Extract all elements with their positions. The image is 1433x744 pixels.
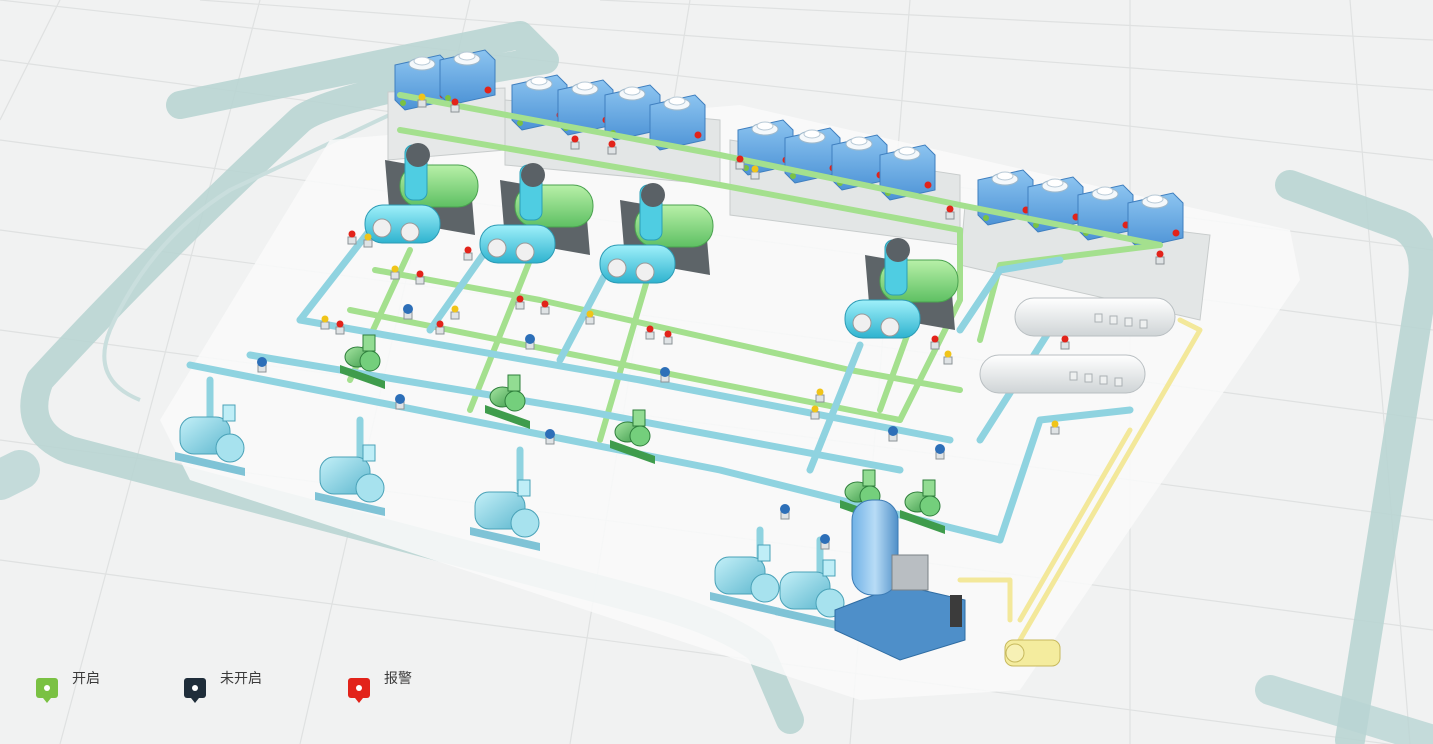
valve-icon bbox=[1050, 420, 1060, 435]
status-off-marker-tip bbox=[191, 698, 199, 703]
valve-icon bbox=[663, 330, 673, 345]
valve-icon bbox=[347, 230, 357, 245]
valve-icon bbox=[395, 394, 405, 410]
valve-icon bbox=[780, 504, 790, 520]
valve-icon bbox=[390, 265, 400, 280]
makeup-pump bbox=[1004, 639, 1061, 667]
legend-label-closed: 未开启 bbox=[220, 671, 262, 687]
valve-icon bbox=[735, 155, 745, 170]
legend-label-open: 开启 bbox=[72, 671, 100, 687]
valve-icon bbox=[257, 357, 267, 373]
valve-icon bbox=[450, 98, 460, 113]
valve-icon bbox=[645, 325, 655, 340]
legend-label-alarm: 报警 bbox=[384, 671, 412, 687]
valve-icon bbox=[585, 310, 595, 325]
valve-icon bbox=[320, 315, 330, 330]
valve-icon bbox=[335, 320, 345, 335]
status-off-marker-icon bbox=[184, 678, 206, 698]
status-on-marker-icon bbox=[36, 678, 58, 698]
valve-icon bbox=[545, 429, 555, 445]
valve-icon bbox=[888, 426, 898, 442]
valve-icon bbox=[935, 444, 945, 460]
valve-icon bbox=[930, 335, 940, 350]
valve-icon bbox=[1060, 335, 1070, 350]
valve-icon bbox=[820, 534, 830, 550]
valve-icon bbox=[607, 140, 617, 155]
valve-icon bbox=[415, 270, 425, 285]
cooling-tower bbox=[439, 49, 496, 106]
valve-icon bbox=[570, 135, 580, 150]
valve-icon bbox=[810, 405, 820, 420]
valve-icon bbox=[943, 350, 953, 365]
valve-icon bbox=[750, 165, 760, 180]
status-alarm-marker-icon bbox=[348, 678, 370, 698]
valve-icon bbox=[660, 367, 670, 383]
valve-icon bbox=[363, 233, 373, 248]
valve-icon bbox=[945, 205, 955, 220]
valve-icon bbox=[463, 246, 473, 261]
valve-icon bbox=[815, 388, 825, 403]
status-on-marker-tip bbox=[43, 698, 51, 703]
status-alarm-marker-tip bbox=[355, 698, 363, 703]
valve-icon bbox=[417, 93, 427, 108]
valve-icon bbox=[450, 305, 460, 320]
valve-icon bbox=[540, 300, 550, 315]
valve-icon bbox=[435, 320, 445, 335]
valve-icon bbox=[515, 295, 525, 310]
valve-icon bbox=[403, 304, 413, 320]
valve-icon bbox=[525, 334, 535, 350]
plant-3d-scene bbox=[0, 0, 1433, 744]
valve-icon bbox=[1155, 250, 1165, 265]
